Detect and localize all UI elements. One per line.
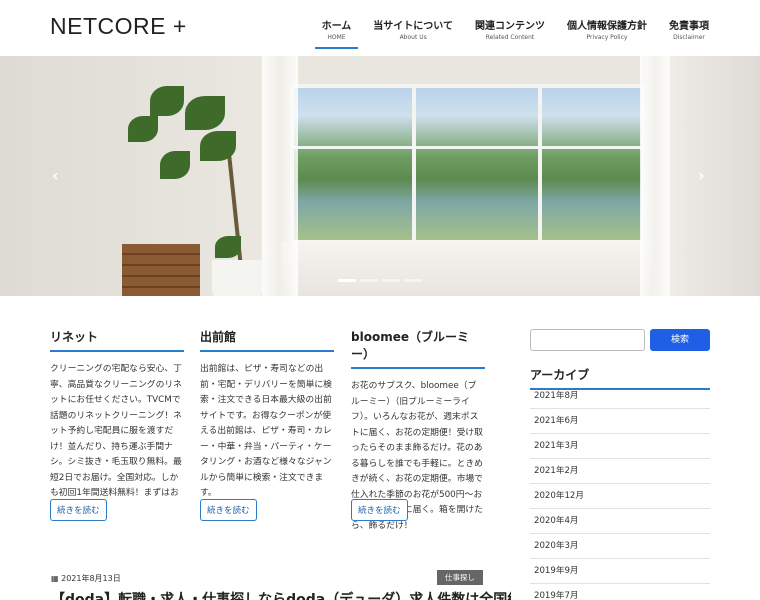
plant-leaf xyxy=(128,116,158,142)
service-card: bloomee（ブルーミー） お花のサブスク、bloomee（ブルーミー）（旧ブ… xyxy=(351,328,485,534)
slider-dot[interactable] xyxy=(382,279,400,282)
window-frame xyxy=(538,84,542,244)
plant-leaf xyxy=(150,86,184,116)
archive-link[interactable]: 2021年6月 xyxy=(530,409,710,434)
nav-item-disclaimer[interactable]: 免責事項 Disclaimer xyxy=(662,14,716,49)
archive-link[interactable]: 2019年7月 xyxy=(530,584,710,600)
nav-sublabel: About Us xyxy=(399,34,427,41)
archive-list: 2021年8月 2021年6月 2021年3月 2021年2月 2020年12月… xyxy=(530,384,710,600)
archive-link[interactable]: 2020年3月 xyxy=(530,534,710,559)
card-description: 出前館は、ピザ・寿司などの出前・宅配・デリバリーを簡単に検索・注文できる日本最大… xyxy=(200,364,332,498)
slider-prev-icon[interactable]: ‹ xyxy=(52,166,59,185)
slider-dot[interactable] xyxy=(360,279,378,282)
slider-dot[interactable] xyxy=(338,279,356,282)
slider-next-icon[interactable]: › xyxy=(698,166,705,185)
nav-sublabel: Disclaimer xyxy=(673,34,705,41)
nav-label: 免責事項 xyxy=(669,21,709,32)
nav-item-related[interactable]: 関連コンテンツ Related Content xyxy=(468,14,552,49)
nav-item-privacy[interactable]: 個人情報保護方針 Privacy Policy xyxy=(560,14,654,49)
search-button[interactable]: 検索 xyxy=(650,329,710,351)
nav-item-home[interactable]: ホーム HOME xyxy=(314,14,359,49)
nav-label: 当サイトについて xyxy=(373,21,453,32)
plant-leaf xyxy=(200,131,236,161)
service-card: 出前館 出前館は、ピザ・寿司などの出前・宅配・デリバリーを簡単に検索・注文できる… xyxy=(200,328,334,521)
post-date: ▦ 2021年8月13日 xyxy=(51,573,121,584)
window-frame xyxy=(412,84,416,244)
post-title[interactable]: 【doda】転職・求人・仕事探しならdoda（デューダ）求人件数は全国約10万件… xyxy=(51,589,511,600)
card-title[interactable]: リネット xyxy=(50,328,184,352)
archive-link[interactable]: 2019年9月 xyxy=(530,559,710,584)
nav-label: 個人情報保護方針 xyxy=(567,21,647,32)
post-category-badge[interactable]: 仕事探し xyxy=(437,570,483,585)
nav-sublabel: Privacy Policy xyxy=(586,34,628,41)
calendar-icon: ▦ xyxy=(51,574,59,583)
nav-label: ホーム xyxy=(321,21,352,32)
card-title[interactable]: 出前館 xyxy=(200,328,334,352)
archive-link[interactable]: 2021年2月 xyxy=(530,459,710,484)
archive-link[interactable]: 2021年3月 xyxy=(530,434,710,459)
nav-sublabel: HOME xyxy=(327,34,346,41)
card-description: クリーニングの宅配なら安心、丁寧、高品質なクリーニングのリネットにお任せください… xyxy=(50,364,182,514)
hero-image-curtain xyxy=(640,56,670,296)
hero-slider: ‹ › xyxy=(0,56,760,296)
nav-label: 関連コンテンツ xyxy=(475,21,545,32)
main-nav: ホーム HOME 当サイトについて About Us 関連コンテンツ Relat… xyxy=(307,14,716,49)
plant-leaf xyxy=(215,236,241,258)
read-more-button[interactable]: 続きを読む xyxy=(351,499,408,521)
wooden-crate xyxy=(122,244,200,296)
card-title[interactable]: bloomee（ブルーミー） xyxy=(351,328,485,369)
window-frame xyxy=(290,146,645,149)
read-more-button[interactable]: 続きを読む xyxy=(50,499,107,521)
slider-dot[interactable] xyxy=(404,279,422,282)
slider-indicators xyxy=(338,279,422,282)
post-date-text: 2021年8月13日 xyxy=(61,574,121,583)
plant-leaf xyxy=(160,151,190,179)
nav-sublabel: Related Content xyxy=(485,34,535,41)
hero-image-curtain xyxy=(262,56,298,296)
hero-image-sill xyxy=(282,242,653,296)
service-card: リネット クリーニングの宅配なら安心、丁寧、高品質なクリーニングのリネットにお任… xyxy=(50,328,184,521)
hero-image-window xyxy=(290,84,645,244)
search-input[interactable] xyxy=(530,329,645,351)
site-header: NETCORE + ホーム HOME 当サイトについて About Us 関連コ… xyxy=(0,0,760,56)
archive-link[interactable]: 2020年4月 xyxy=(530,509,710,534)
read-more-button[interactable]: 続きを読む xyxy=(200,499,257,521)
nav-item-about[interactable]: 当サイトについて About Us xyxy=(366,14,460,49)
archive-link[interactable]: 2021年8月 xyxy=(530,384,710,409)
archive-link[interactable]: 2020年12月 xyxy=(530,484,710,509)
site-logo[interactable]: NETCORE + xyxy=(50,13,187,40)
plant-pot xyxy=(212,260,262,296)
plant-leaf xyxy=(185,96,225,130)
